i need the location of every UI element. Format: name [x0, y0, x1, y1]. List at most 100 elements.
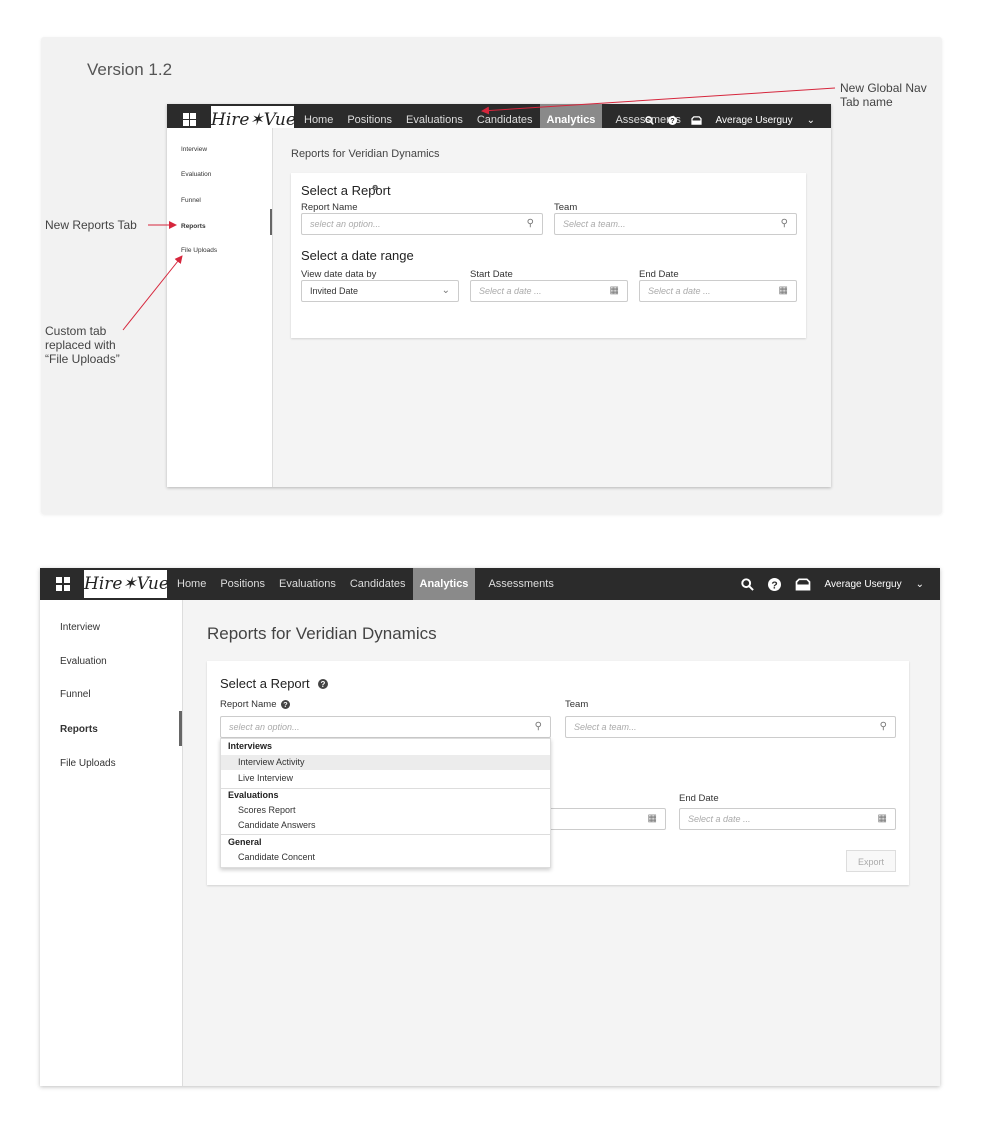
- dropdown-option-interview-activity[interactable]: Interview Activity: [221, 755, 550, 770]
- global-nav: Hire✶Vue Home Positions Evaluations Cand…: [40, 568, 940, 600]
- mini-global-nav: Hire✶Vue Home Positions Evaluations Cand…: [167, 104, 831, 136]
- export-button[interactable]: Export: [846, 850, 896, 872]
- search-icon: ⚲: [534, 721, 542, 732]
- team-label: Team: [554, 202, 578, 213]
- search-icon: ⚲: [879, 721, 887, 732]
- team-select[interactable]: Select a team... ⚲: [554, 213, 797, 235]
- dropdown-option-candidate-concent[interactable]: Candidate Concent: [221, 850, 550, 865]
- report-panel: Select a Report ? Report Name ? select a…: [207, 661, 909, 885]
- search-icon: ⚲: [526, 218, 534, 229]
- sidebar-item-evaluation[interactable]: Evaluation: [181, 171, 211, 178]
- calendar-icon: ▦: [778, 285, 788, 296]
- apps-grid-icon[interactable]: [56, 577, 70, 591]
- view-by-label: View date data by: [301, 269, 377, 280]
- team-placeholder: Select a team...: [574, 722, 637, 732]
- mini-sidebar: Interview Evaluation Funnel Reports File…: [167, 128, 273, 487]
- svg-text:?: ?: [321, 680, 326, 689]
- help-icon: ❷: [372, 185, 379, 192]
- svg-text:?: ?: [670, 116, 674, 125]
- help-icon[interactable]: ?: [667, 115, 677, 125]
- report-panel: Select a Report ❷ Report Name select an …: [291, 173, 806, 338]
- calendar-icon: ▦: [647, 813, 657, 824]
- report-name-select[interactable]: select an option... ⚲: [220, 716, 551, 738]
- sidebar-item-file-uploads[interactable]: File Uploads: [60, 758, 116, 769]
- reports-tab-note: New Reports Tab: [45, 218, 137, 232]
- end-date-input[interactable]: Select a date ... ▦: [679, 808, 896, 830]
- end-date-input[interactable]: Select a date ... ▦: [639, 280, 797, 302]
- custom-tab-note: Custom tab replaced with “File Uploads”: [45, 324, 120, 366]
- end-date-placeholder: Select a date ...: [688, 814, 751, 824]
- inbox-icon[interactable]: [795, 577, 811, 591]
- tab-assessments[interactable]: Assessments: [481, 568, 560, 600]
- chevron-down-icon: ⌄: [915, 578, 924, 590]
- user-menu[interactable]: Average Userguy: [825, 579, 902, 590]
- report-name-label: Report Name: [301, 202, 358, 213]
- report-name-label: Report Name: [220, 699, 277, 710]
- tab-analytics[interactable]: Analytics: [412, 568, 476, 600]
- sidebar-item-reports[interactable]: Reports: [181, 223, 206, 230]
- sidebar-item-funnel[interactable]: Funnel: [181, 197, 201, 204]
- tab-home[interactable]: Home: [170, 568, 213, 600]
- active-indicator: [270, 209, 272, 235]
- search-icon[interactable]: [740, 577, 754, 591]
- sidebar-item-interview[interactable]: Interview: [60, 622, 100, 633]
- main-content: Reports for Veridian Dynamics Select a R…: [183, 600, 940, 1086]
- svg-text:?: ?: [771, 580, 777, 591]
- view-by-value: Invited Date: [310, 286, 359, 296]
- view-by-select[interactable]: Invited Date ⌄: [301, 280, 459, 302]
- dropdown-group-interviews: Interviews: [228, 741, 273, 751]
- date-section-title: Select a date range: [301, 248, 414, 263]
- nav-tabs: Home Positions Evaluations Candidates An…: [170, 568, 561, 600]
- user-menu[interactable]: Average Userguy: [716, 115, 793, 126]
- tab-evaluations[interactable]: Evaluations: [272, 568, 343, 600]
- tab-candidates[interactable]: Candidates: [343, 568, 413, 600]
- help-icon[interactable]: ?: [281, 700, 290, 709]
- start-date-placeholder: Select a date ...: [479, 286, 542, 296]
- search-icon: ⚲: [780, 218, 788, 229]
- dropdown-divider: [221, 834, 550, 835]
- report-dropdown-menu: Interviews Interview Activity Live Inter…: [220, 738, 551, 868]
- sidebar: Interview Evaluation Funnel Reports File…: [40, 600, 183, 1086]
- report-name-placeholder: select an option...: [229, 722, 300, 732]
- report-name-placeholder: select an option...: [310, 219, 381, 229]
- sidebar-item-file-uploads[interactable]: File Uploads: [181, 247, 217, 254]
- end-date-label: End Date: [679, 793, 719, 804]
- help-icon[interactable]: ?: [318, 679, 328, 689]
- sidebar-item-evaluation[interactable]: Evaluation: [60, 656, 107, 667]
- nav-right: ? Average Userguy ⌄: [740, 568, 924, 600]
- app-window: Hire✶Vue Home Positions Evaluations Cand…: [40, 568, 940, 1086]
- dropdown-option-candidate-answers[interactable]: Candidate Answers: [221, 818, 550, 833]
- dropdown-option-scores-report[interactable]: Scores Report: [221, 803, 550, 818]
- svg-text:?: ?: [283, 700, 287, 709]
- mini-app-preview: Hire✶Vue Home Positions Evaluations Cand…: [167, 104, 831, 487]
- calendar-icon: ▦: [609, 285, 619, 296]
- page-title: Reports for Veridian Dynamics: [291, 148, 440, 160]
- sidebar-item-reports[interactable]: Reports: [60, 724, 98, 735]
- mini-main: Reports for Veridian Dynamics Select a R…: [273, 128, 831, 487]
- team-placeholder: Select a team...: [563, 219, 626, 229]
- sidebar-item-funnel[interactable]: Funnel: [60, 689, 91, 700]
- report-name-select[interactable]: select an option... ⚲: [301, 213, 543, 235]
- sidebar-item-interview[interactable]: Interview: [181, 146, 207, 153]
- inbox-icon[interactable]: [690, 115, 702, 125]
- apps-grid-icon[interactable]: [183, 113, 197, 127]
- chevron-down-icon: ⌄: [806, 114, 815, 126]
- end-date-placeholder: Select a date ...: [648, 286, 711, 296]
- team-select[interactable]: Select a team... ⚲: [565, 716, 896, 738]
- tab-positions[interactable]: Positions: [213, 568, 272, 600]
- end-date-label: End Date: [639, 269, 679, 280]
- start-date-label: Start Date: [470, 269, 513, 280]
- chevron-down-icon: ⌄: [441, 285, 450, 296]
- help-icon[interactable]: ?: [767, 577, 781, 591]
- dropdown-option-live-interview[interactable]: Live Interview: [221, 771, 550, 786]
- brand-logo[interactable]: Hire✶Vue: [84, 570, 169, 598]
- calendar-icon: ▦: [877, 813, 887, 824]
- dropdown-group-general: General: [228, 837, 262, 847]
- team-label: Team: [565, 699, 589, 710]
- page-title: Reports for Veridian Dynamics: [207, 624, 437, 643]
- start-date-input[interactable]: Select a date ... ▦: [470, 280, 628, 302]
- active-indicator: [179, 711, 182, 746]
- dropdown-divider: [221, 788, 550, 789]
- search-icon[interactable]: [644, 115, 654, 125]
- version-label: Version 1.2: [87, 60, 173, 79]
